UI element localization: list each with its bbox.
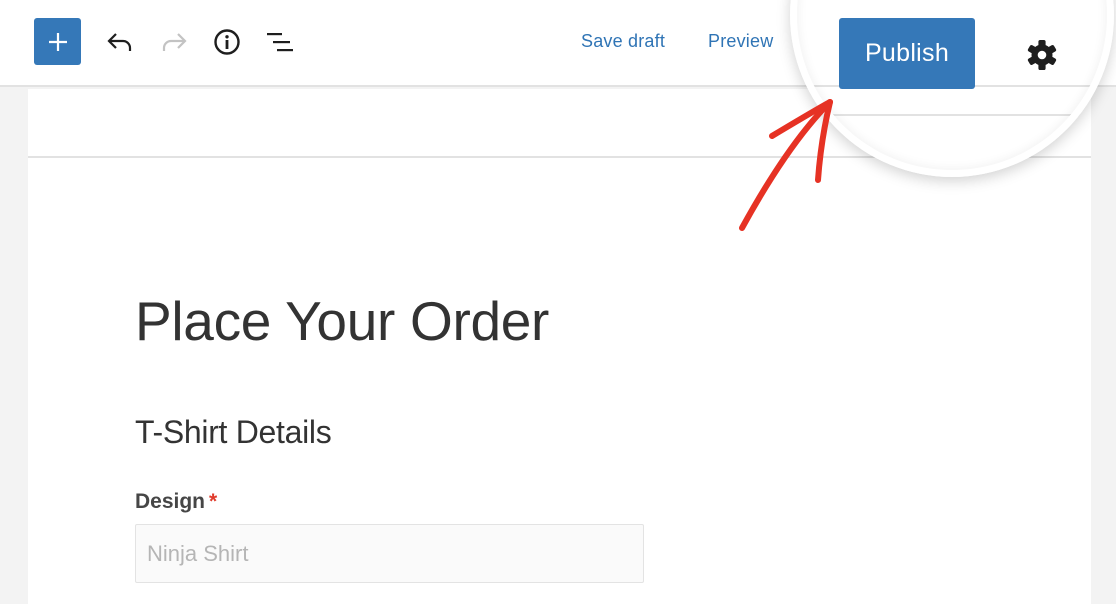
design-field-label: Design * [135,490,217,514]
design-input[interactable] [135,524,644,583]
page-title[interactable]: Place Your Order [135,289,549,353]
settings-button[interactable] [1024,37,1060,73]
redo-icon [162,33,187,51]
magnified-title-border [790,114,1114,116]
redo-button[interactable] [159,27,189,57]
block-inserter-button[interactable] [34,18,81,65]
gear-icon [1027,40,1057,70]
publish-button[interactable]: Publish [839,18,975,89]
preview-button[interactable]: Preview [708,31,773,52]
design-label-text: Design [135,490,206,513]
list-view-icon [267,33,293,52]
list-view-button[interactable] [265,27,295,57]
info-icon [214,29,240,55]
magnified-toolbar: Publish [790,0,1114,177]
magnifier-callout: Publish [790,0,1114,177]
undo-button[interactable] [105,27,135,57]
details-button[interactable] [212,27,242,57]
save-draft-button[interactable]: Save draft [581,31,665,52]
required-marker: * [209,490,218,513]
plus-icon [48,32,67,51]
section-title[interactable]: T-Shirt Details [135,414,332,451]
undo-icon [107,33,132,51]
